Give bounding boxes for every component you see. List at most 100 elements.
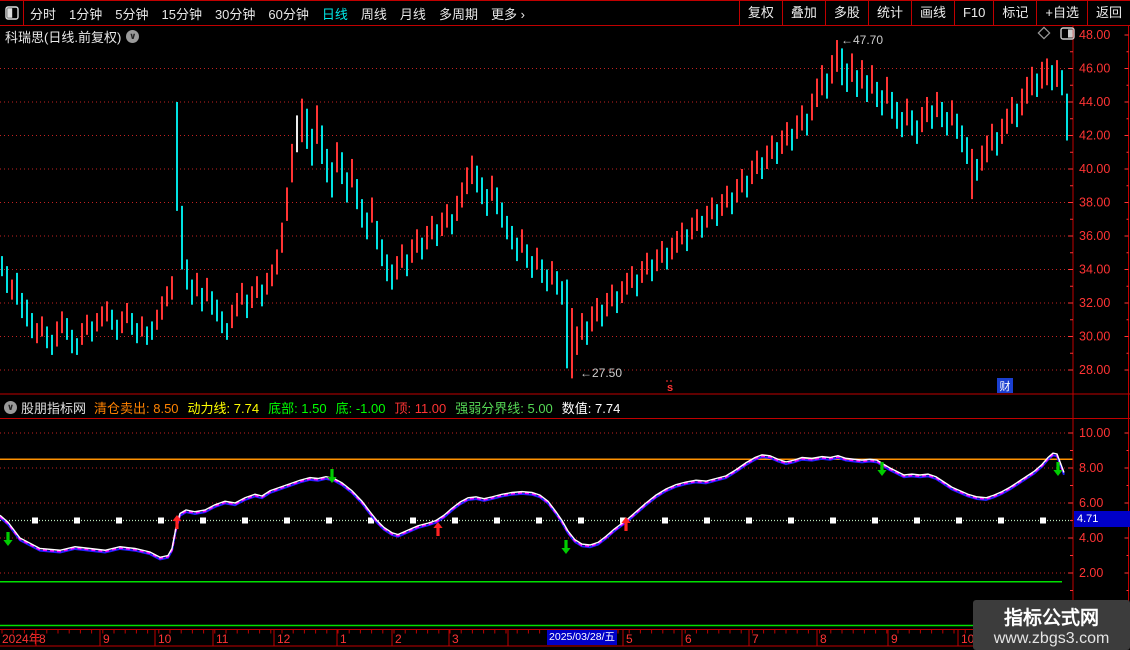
toolbar-period-更多 ›[interactable]: 更多 › <box>491 4 525 23</box>
indicator-field-动力线: 动力线: 7.74 <box>187 400 260 416</box>
x-axis-month-label: 3 <box>452 632 459 646</box>
stock-title: 科瑞思(日线.前复权) ∨ <box>5 27 140 46</box>
x-axis-month-label: 8 <box>820 632 827 646</box>
top-toolbar: 分时 1分钟 5分钟 15分钟 30分钟 60分钟 日线 周线 月线 多周期 更多 › 复权 叠加 多股… <box>0 0 1130 26</box>
toolbar-period-分时[interactable]: 分时 <box>30 4 56 23</box>
toolbar-period-周线[interactable]: 周线 <box>361 4 387 23</box>
indicator-field-底: 底: -1.00 <box>335 400 386 416</box>
sell-arrow-icon[interactable] <box>3 532 13 546</box>
x-axis-month-label: 10 <box>158 632 172 646</box>
power-line-magenta <box>0 453 1065 560</box>
diamond-icon[interactable] <box>1037 26 1051 40</box>
divider-square <box>746 517 752 524</box>
toolbar-action-标记[interactable]: 标记 <box>993 1 1036 25</box>
divider-square <box>872 517 878 524</box>
indicator-header: ∨ 股朋指标网 清仓卖出: 8.50 动力线: 7.74 底部: 1.50 底: -1… <box>4 397 629 417</box>
divider-square <box>704 517 710 524</box>
panel-icon[interactable] <box>1060 27 1075 40</box>
panel-layout-icon[interactable] <box>0 1 24 25</box>
divider-square <box>32 517 38 524</box>
toolbar-period-30分钟[interactable]: 30分钟 <box>215 4 255 23</box>
price-axis-label: 30.00 <box>1079 330 1110 344</box>
indicator-field-数值: 数值: 7.74 <box>561 400 621 416</box>
watermark-site-name: 指标公式网 <box>1003 608 1099 629</box>
divider-square <box>830 517 836 524</box>
x-axis-month-label: 12 <box>277 632 291 646</box>
toolbar-period-多周期[interactable]: 多周期 <box>439 4 478 23</box>
price-axis-label: 48.00 <box>1079 28 1110 42</box>
x-axis-year-label: 2024年 <box>2 632 41 646</box>
toolbar-period-日线[interactable]: 日线 <box>322 4 348 23</box>
ind-axis-label: 2.00 <box>1079 566 1103 580</box>
divider-square <box>998 517 1004 524</box>
x-axis-month-label: 8 <box>39 632 46 646</box>
indicator-field-顶: 顶: 11.00 <box>394 400 447 416</box>
ind-axis-label: 4.00 <box>1079 531 1103 545</box>
x-axis-month-label: 11 <box>216 632 229 646</box>
indicator-field-底部: 底部: 1.50 <box>268 400 327 416</box>
divider-square <box>200 517 206 524</box>
sell-arrow-icon[interactable] <box>561 540 571 554</box>
x-axis-month-label: 5 <box>626 632 633 646</box>
indicator-field-清仓卖出: 清仓卖出: 8.50 <box>94 400 179 416</box>
price-axis-label: 44.00 <box>1079 95 1110 109</box>
toolbar-action-统计[interactable]: 统计 <box>867 1 911 25</box>
divider-square <box>410 517 416 524</box>
ind-axis-label: 10.00 <box>1079 426 1110 440</box>
toolbar-period-1分钟[interactable]: 1分钟 <box>69 4 102 23</box>
price-axis-label: 40.00 <box>1079 162 1110 176</box>
toolbar-action-返回[interactable]: 返回 <box>1086 1 1130 25</box>
toolbar-right-actions: 复权 叠加 多股 统计 画线 F10 标记 +自选 返回 <box>738 1 1130 25</box>
x-axis-month-label: 9 <box>103 632 110 646</box>
toolbar-period-5分钟[interactable]: 5分钟 <box>115 4 148 23</box>
divider-square <box>1040 517 1046 524</box>
indicator-value-tag: 4.71 <box>1074 511 1130 527</box>
toolbar-action-多股[interactable]: 多股 <box>824 1 868 25</box>
toolbar-period-60分钟[interactable]: 60分钟 <box>268 4 308 23</box>
price-annotation: ←47.70 <box>841 33 883 47</box>
selected-date-tag: 2025/03/28/五 <box>547 630 617 645</box>
chart-corner-icons <box>1034 26 1078 42</box>
collapse-indicator-icon[interactable]: ∨ <box>4 400 17 414</box>
x-axis-month-label: 1 <box>340 632 347 646</box>
divider-square <box>284 517 290 524</box>
toolbar-action-画线[interactable]: 画线 <box>910 1 954 25</box>
divider-square <box>242 517 248 524</box>
corner-icons-svg <box>1037 26 1075 40</box>
toolbar-action-F10[interactable]: F10 <box>953 1 993 25</box>
chevron-down-icon[interactable]: ∨ <box>126 30 140 43</box>
indicator-field-强弱分界线: 强弱分界线: 5.00 <box>455 400 553 416</box>
watermark-box: 指标公式网 www.zbgs3.com <box>973 600 1130 650</box>
period-tabs: 分时 1分钟 5分钟 15分钟 30分钟 60分钟 日线 周线 月线 多周期 更多 › <box>30 4 538 23</box>
toolbar-period-15分钟[interactable]: 15分钟 <box>161 4 201 23</box>
x-axis-month-label: 6 <box>685 632 692 646</box>
x-axis-month-label: 2 <box>395 632 402 646</box>
divider-square <box>662 517 668 524</box>
divider-square <box>116 517 122 524</box>
price-axis-label: 32.00 <box>1079 296 1110 310</box>
watermark-url: www.zbgs3.com <box>993 630 1110 647</box>
dividend-marker: s <box>667 382 673 394</box>
divider-square <box>452 517 458 524</box>
price-axis-label: 42.00 <box>1079 129 1110 143</box>
price-axis-label: 46.00 <box>1079 62 1110 76</box>
divider-square <box>578 517 584 524</box>
trading-app-window: ←47.70 ←27.50 s 财 48.00 46.00 44.00 42.00 40.00 3… <box>0 0 1130 650</box>
ind-axis-label: 8.00 <box>1079 461 1103 475</box>
page-title: 科瑞思(日线.前复权) <box>5 30 122 45</box>
toolbar-action-叠加[interactable]: 叠加 <box>781 1 825 25</box>
toolbar-action-复权[interactable]: 复权 <box>738 1 782 25</box>
divider-square <box>788 517 794 524</box>
x-axis-month-label: 9 <box>891 632 898 646</box>
ind-axis-label: 6.00 <box>1079 496 1103 510</box>
divider-square <box>494 517 500 524</box>
divider-square <box>326 517 332 524</box>
chart-canvas[interactable]: ←47.70 ←27.50 s 财 48.00 46.00 44.00 42.00 40.00 3… <box>0 0 1130 650</box>
power-line-blue <box>0 454 1065 561</box>
report-marker: 财 <box>1000 379 1011 393</box>
indicator-source: 股朋指标网 <box>21 400 87 416</box>
toolbar-action-+自选[interactable]: +自选 <box>1036 1 1087 25</box>
power-line-white <box>0 452 1065 558</box>
divider-square <box>956 517 962 524</box>
toolbar-period-月线[interactable]: 月线 <box>400 4 426 23</box>
